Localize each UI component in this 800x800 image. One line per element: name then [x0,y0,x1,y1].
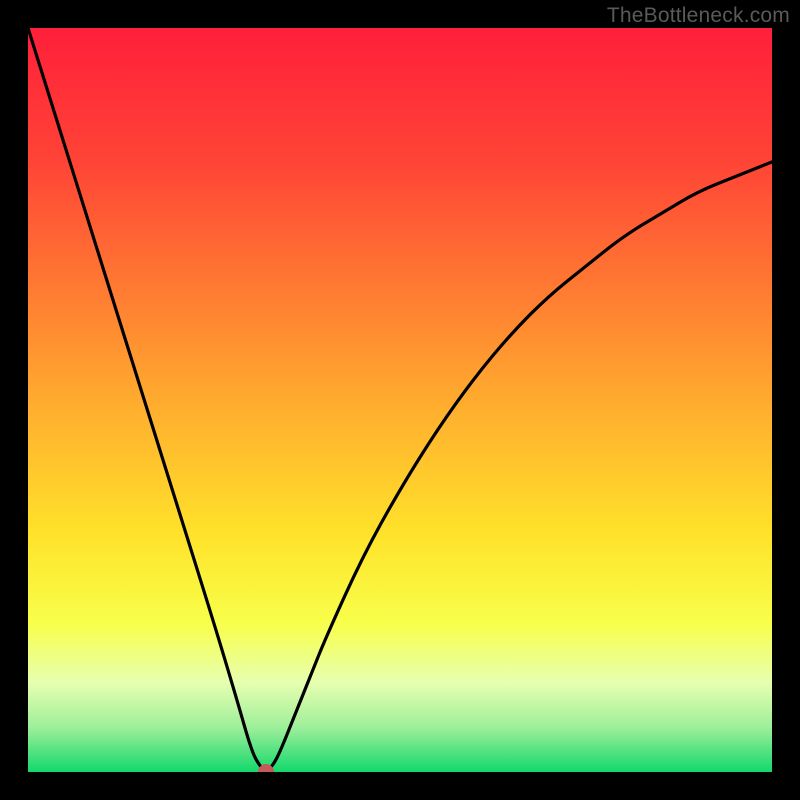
plot-area [28,28,772,772]
chart-frame: TheBottleneck.com [0,0,800,800]
bottleneck-curve [28,28,772,772]
watermark-text: TheBottleneck.com [607,4,790,28]
